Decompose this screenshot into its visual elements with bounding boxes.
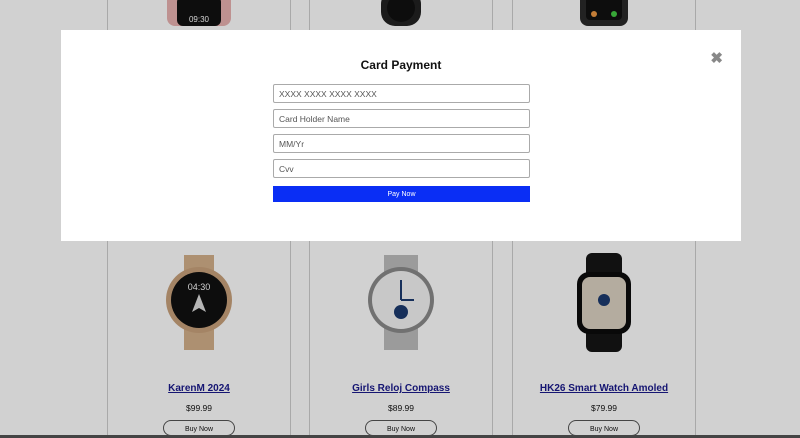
close-icon[interactable]: ✖ [710, 51, 723, 66]
cvv-input[interactable] [273, 159, 530, 178]
card-number-input[interactable] [273, 84, 530, 103]
expiry-input[interactable] [273, 134, 530, 153]
modal-title: Card Payment [360, 58, 442, 72]
pay-now-button[interactable]: Pay Now [273, 186, 530, 202]
card-holder-input[interactable] [273, 109, 530, 128]
card-payment-modal: Card Payment ✖ Pay Now [61, 30, 741, 241]
